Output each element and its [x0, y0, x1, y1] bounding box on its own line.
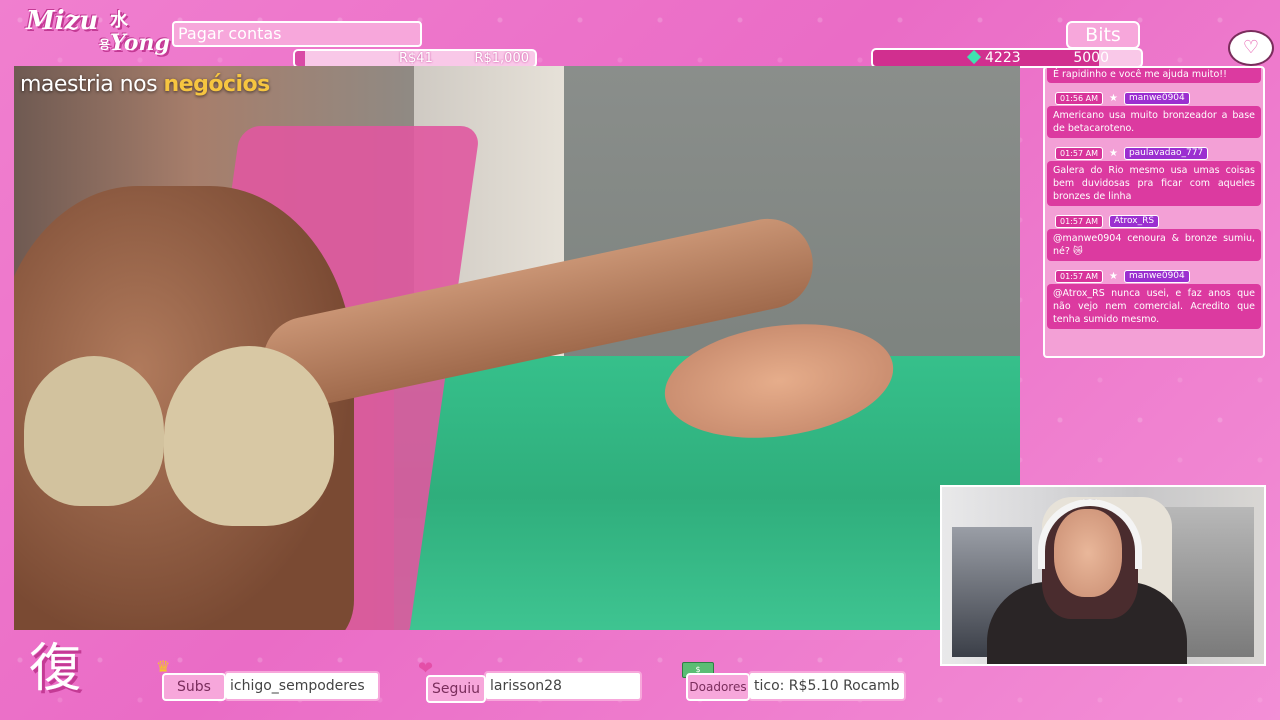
- star-icon: ★: [1108, 270, 1118, 282]
- chat-username[interactable]: paulavadao_777: [1123, 146, 1209, 160]
- latest-follow-value: larisson28: [490, 678, 562, 694]
- bottom-kanji-logo: 復: [28, 639, 81, 699]
- subs-label: Subs: [162, 673, 226, 701]
- video-caption-text: maestria nos: [20, 72, 164, 97]
- chat-panel[interactable]: É rapidinho e você me ajuda muito!! 01:5…: [1043, 66, 1265, 358]
- video-scene-top-right: [164, 346, 334, 526]
- bits-goal-label: Bits: [1066, 21, 1140, 49]
- video-caption: maestria nos negócios: [20, 72, 270, 97]
- chat-timestamp: 01:56 AM: [1055, 91, 1103, 105]
- chat-message-text: Galera do Rio mesmo usa umas coisas bem …: [1047, 161, 1261, 206]
- chat-timestamp: 01:57 AM: [1055, 146, 1103, 160]
- chat-message: 01:57 AM ★ paulavadao_777 Galera do Rio …: [1047, 146, 1261, 206]
- donation-goal-current: R$41: [399, 51, 433, 66]
- chat-message: 01:56 AM ★ manwe0904 Americano usa muito…: [1047, 91, 1261, 138]
- chat-username[interactable]: manwe0904: [1123, 91, 1190, 105]
- heart-speech-icon: ♡: [1228, 30, 1274, 66]
- video-scene-top-left: [24, 356, 164, 506]
- donation-goal-fill: [295, 51, 305, 66]
- donors-value: tico: R$5.10 Rocamb: [754, 678, 900, 694]
- bits-goal-bar: 4223 5000: [871, 48, 1143, 68]
- donors-box: tico: R$5.10 Rocamb: [748, 671, 906, 701]
- chat-message-text: @Atrox_RS nunca usei, e faz anos que não…: [1047, 284, 1261, 329]
- chat-timestamp: 01:57 AM: [1055, 269, 1103, 283]
- star-icon: ★: [1108, 147, 1118, 159]
- bits-goal-target: 5000: [1073, 50, 1109, 66]
- logo-kanji: 水: [110, 10, 128, 31]
- chat-message-text: @manwe0904 cenoura & bronze sumiu, né? 😿: [1047, 229, 1261, 261]
- chat-message-partial: É rapidinho e você me ajuda muito!!: [1047, 68, 1261, 83]
- chat-timestamp: 01:57 AM: [1055, 214, 1103, 228]
- follow-label: Seguiu: [426, 675, 486, 703]
- chat-message: 01:57 AM Atrox_RS @manwe0904 cenoura & b…: [1047, 214, 1261, 261]
- chat-username[interactable]: manwe0904: [1123, 269, 1190, 283]
- donation-goal-target: R$1,000: [474, 51, 529, 66]
- latest-sub-value: ichigo_sempoderes: [230, 678, 365, 694]
- donors-label: Doadores: [686, 673, 750, 701]
- star-icon: ★: [1108, 92, 1118, 104]
- bits-goal-current: 4223: [985, 50, 1021, 66]
- video-caption-highlight: negócios: [163, 72, 271, 97]
- logo-text-mizu: Mizu: [26, 6, 99, 36]
- logo-text-yong: Yong: [110, 30, 170, 56]
- latest-follow-box: larisson28: [484, 671, 642, 701]
- chat-username[interactable]: Atrox_RS: [1108, 214, 1160, 228]
- video-player[interactable]: maestria nos negócios: [14, 66, 1020, 630]
- chat-message: 01:57 AM ★ manwe0904 @Atrox_RS nunca use…: [1047, 269, 1261, 329]
- webcam-feed: [940, 485, 1266, 666]
- chat-message-text: Americano usa muito bronzeador a base de…: [1047, 106, 1261, 138]
- donation-goal-label: Pagar contas: [172, 21, 422, 47]
- latest-sub-box: ichigo_sempoderes: [224, 671, 380, 701]
- channel-logo: Mizu 水 용 Yong: [22, 4, 172, 64]
